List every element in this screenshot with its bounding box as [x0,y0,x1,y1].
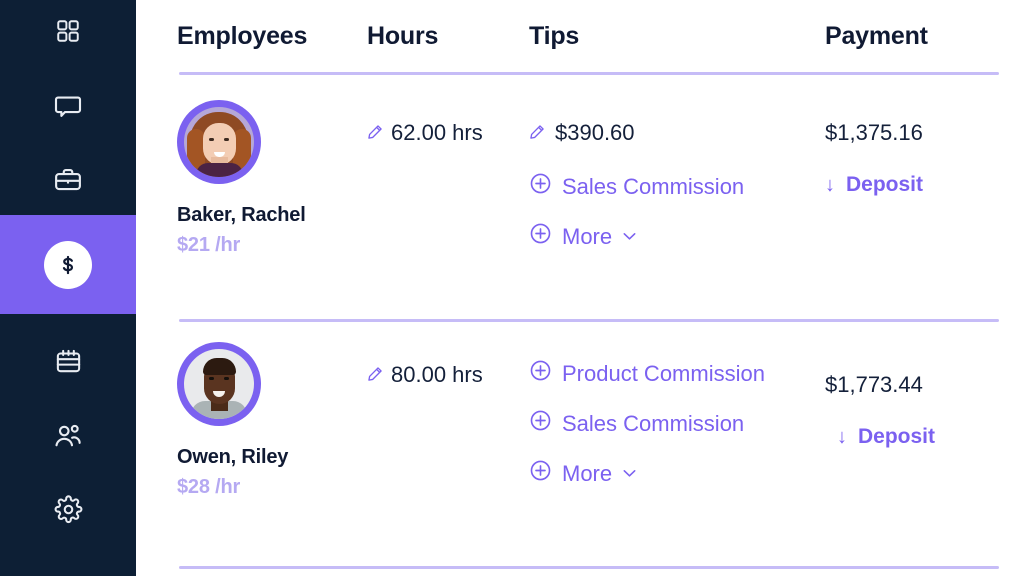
sidebar-nav [0,0,136,576]
column-header-hours: Hours [367,22,439,50]
hours-value: 62.00 hrs [391,120,483,145]
down-arrow-icon: ↓ [837,426,847,448]
payment-cell: $1,375.16 ↓ Deposit [825,100,1001,197]
column-header-payment: Payment [825,22,928,50]
hours-value: 80.00 hrs [391,362,483,387]
employee-rate: $21 /hr [177,234,241,256]
payroll-main: Employees Hours Tips Payment Baker, Rach… [136,0,1024,576]
plus-circle-icon [529,359,552,388]
more-label: More [562,223,613,249]
chat-bubble-icon [53,91,83,121]
more-tips-dropdown[interactable]: More [529,222,819,251]
hours-cell: 80.00 hrs [367,342,517,388]
deposit-button[interactable]: ↓ Deposit [825,173,1001,197]
people-icon [53,421,83,451]
chevron-down-icon [623,469,636,478]
header-divider [179,72,999,75]
payment-amount: $1,375.16 [825,120,923,145]
tips-cell: $390.60 Sales Commission More [529,100,819,272]
column-header-employees: Employees [177,22,308,50]
avatar-riley [184,349,254,419]
employee-cell: Baker, Rachel $21 /hr [177,100,362,257]
add-product-commission-button[interactable]: Product Commission [529,359,819,388]
sidebar-item-settings[interactable] [0,474,136,545]
payroll-app: Employees Hours Tips Payment Baker, Rach… [0,0,1024,576]
sidebar-item-dashboard[interactable] [0,0,136,66]
sidebar-item-messages[interactable] [0,70,136,141]
grid-dashboard-icon [55,18,81,44]
deposit-label: Deposit [858,425,936,448]
sidebar-item-jobs[interactable] [0,144,136,215]
dollar-sign-icon [57,254,79,276]
sidebar-item-payroll[interactable] [0,215,136,314]
sidebar-item-team[interactable] [0,400,136,471]
hours-value-row[interactable]: 62.00 hrs [367,120,517,146]
pencil-edit-icon[interactable] [367,120,383,146]
row-divider [179,566,999,569]
payment-cell: $1,773.44 ↓ Deposit [825,342,1001,449]
chevron-down-icon [623,232,636,241]
add-sales-commission-button[interactable]: Sales Commission [529,172,819,201]
plus-circle-icon [529,172,552,201]
table-header-row: Employees Hours Tips Payment [177,22,1001,74]
deposit-label: Deposit [846,173,924,196]
active-indicator-circle [44,240,92,289]
column-header-tips: Tips [529,22,580,50]
employee-rate: $28 /hr [177,476,241,498]
pencil-edit-icon[interactable] [529,120,545,146]
hours-value-row[interactable]: 80.00 hrs [367,362,517,388]
add-sales-commission-button[interactable]: Sales Commission [529,409,819,438]
gear-icon [54,495,83,524]
employee-name: Baker, Rachel [177,204,306,226]
down-arrow-icon: ↓ [825,174,835,196]
avatar-rachel [184,107,254,177]
tip-option-label: Product Commission [562,360,765,386]
tip-amount-row[interactable]: $390.60 [529,120,819,146]
sidebar-item-schedule[interactable] [0,326,136,397]
table-row: Baker, Rachel $21 /hr 62.00 hrs $390.60 … [177,100,1001,310]
avatar[interactable] [177,342,261,426]
tips-cell: Product Commission Sales Commission More [529,342,819,509]
pencil-edit-icon[interactable] [367,362,383,388]
table-row: Owen, Riley $28 /hr 80.00 hrs Product Co… [177,342,1001,552]
tip-option-label: Sales Commission [562,410,745,436]
plus-circle-icon [529,222,552,251]
tip-amount: $390.60 [555,120,635,145]
briefcase-icon [53,165,83,195]
avatar[interactable] [177,100,261,184]
payment-amount: $1,773.44 [825,372,923,397]
row-divider [179,319,999,322]
calendar-icon [54,347,83,376]
deposit-button[interactable]: ↓ Deposit [837,425,1001,449]
employee-name: Owen, Riley [177,446,289,468]
payroll-table: Employees Hours Tips Payment Baker, Rach… [177,0,1001,576]
more-tips-dropdown[interactable]: More [529,459,819,488]
more-label: More [562,460,613,486]
plus-circle-icon [529,409,552,438]
plus-circle-icon [529,459,552,488]
hours-cell: 62.00 hrs [367,100,517,146]
tip-option-label: Sales Commission [562,173,745,199]
employee-cell: Owen, Riley $28 /hr [177,342,362,499]
